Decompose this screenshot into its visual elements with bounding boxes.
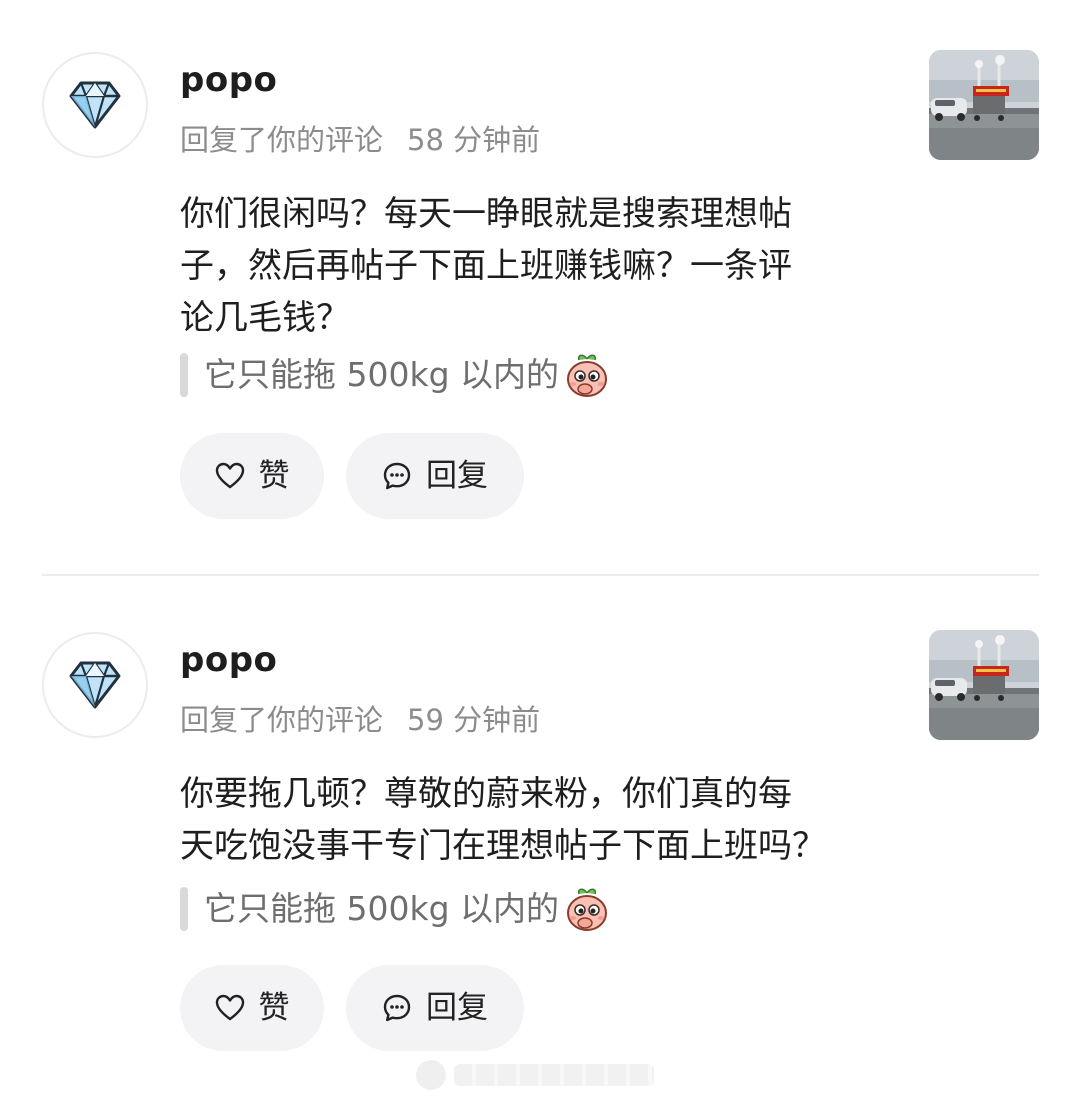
divider [42, 574, 1039, 576]
comment-bubble-icon [383, 994, 411, 1022]
peach-sticker-icon [567, 354, 608, 397]
peach-sticker-icon [567, 888, 608, 931]
username[interactable]: popo [180, 58, 277, 102]
diamond-icon [69, 661, 121, 709]
quoted-comment[interactable]: 它只能拖 500kg 以内的 [180, 352, 611, 398]
comment-line: 子，然后再帖子下面上班赚钱嘛？一条评 [180, 246, 792, 286]
quoted-text: 它只能拖 500kg 以内的 [204, 355, 560, 394]
action-text: 回复了你的评论 [180, 703, 384, 737]
quote-bar [180, 887, 188, 931]
quoted-comment[interactable]: 它只能拖 500kg 以内的 [180, 886, 611, 932]
timestamp: 59 分钟前 [407, 703, 541, 737]
watermark-logo [416, 1060, 446, 1090]
reply-label: 回复 [426, 990, 488, 1026]
post-thumbnail[interactable] [929, 50, 1039, 160]
timestamp: 58 分钟前 [407, 123, 541, 157]
like-label: 赞 [258, 990, 290, 1026]
action-text: 回复了你的评论 [180, 123, 384, 157]
diamond-icon [69, 81, 121, 129]
watermark [416, 1058, 662, 1092]
post-image [929, 50, 1039, 160]
notification-meta: 回复了你的评论 58 分钟前 [180, 120, 540, 160]
post-thumbnail[interactable] [929, 630, 1039, 740]
avatar[interactable] [42, 632, 148, 738]
comment-bubble-icon [383, 462, 411, 490]
like-button[interactable]: 赞 [180, 965, 324, 1051]
heart-icon [215, 994, 244, 1021]
quote-bar [180, 353, 188, 397]
watermark-text [454, 1064, 654, 1086]
quoted-text: 它只能拖 500kg 以内的 [204, 889, 560, 928]
reply-button[interactable]: 回复 [346, 433, 524, 519]
heart-icon [215, 462, 244, 489]
comment-line: 你们很闲吗？每天一睁眼就是搜索理想帖 [180, 194, 792, 234]
reply-button[interactable]: 回复 [346, 965, 524, 1051]
comment-line: 天吃饱没事干专门在理想帖子下面上班吗？ [180, 826, 826, 866]
comment-text: 你们很闲吗？每天一睁眼就是搜索理想帖 子，然后再帖子下面上班赚钱嘛？一条评 论几毛钱… [180, 188, 880, 344]
comment-line: 你要拖几顿？尊敬的蔚来粉，你们真的每 [180, 774, 792, 814]
like-button[interactable]: 赞 [180, 433, 324, 519]
username[interactable]: popo [180, 638, 277, 682]
like-label: 赞 [258, 458, 290, 494]
comment-line: 论几毛钱？ [180, 298, 350, 338]
avatar[interactable] [42, 52, 148, 158]
notification-meta: 回复了你的评论 59 分钟前 [180, 700, 540, 740]
comment-text: 你要拖几顿？尊敬的蔚来粉，你们真的每 天吃饱没事干专门在理想帖子下面上班吗？ [180, 768, 880, 872]
post-image [929, 630, 1039, 740]
reply-label: 回复 [426, 458, 488, 494]
